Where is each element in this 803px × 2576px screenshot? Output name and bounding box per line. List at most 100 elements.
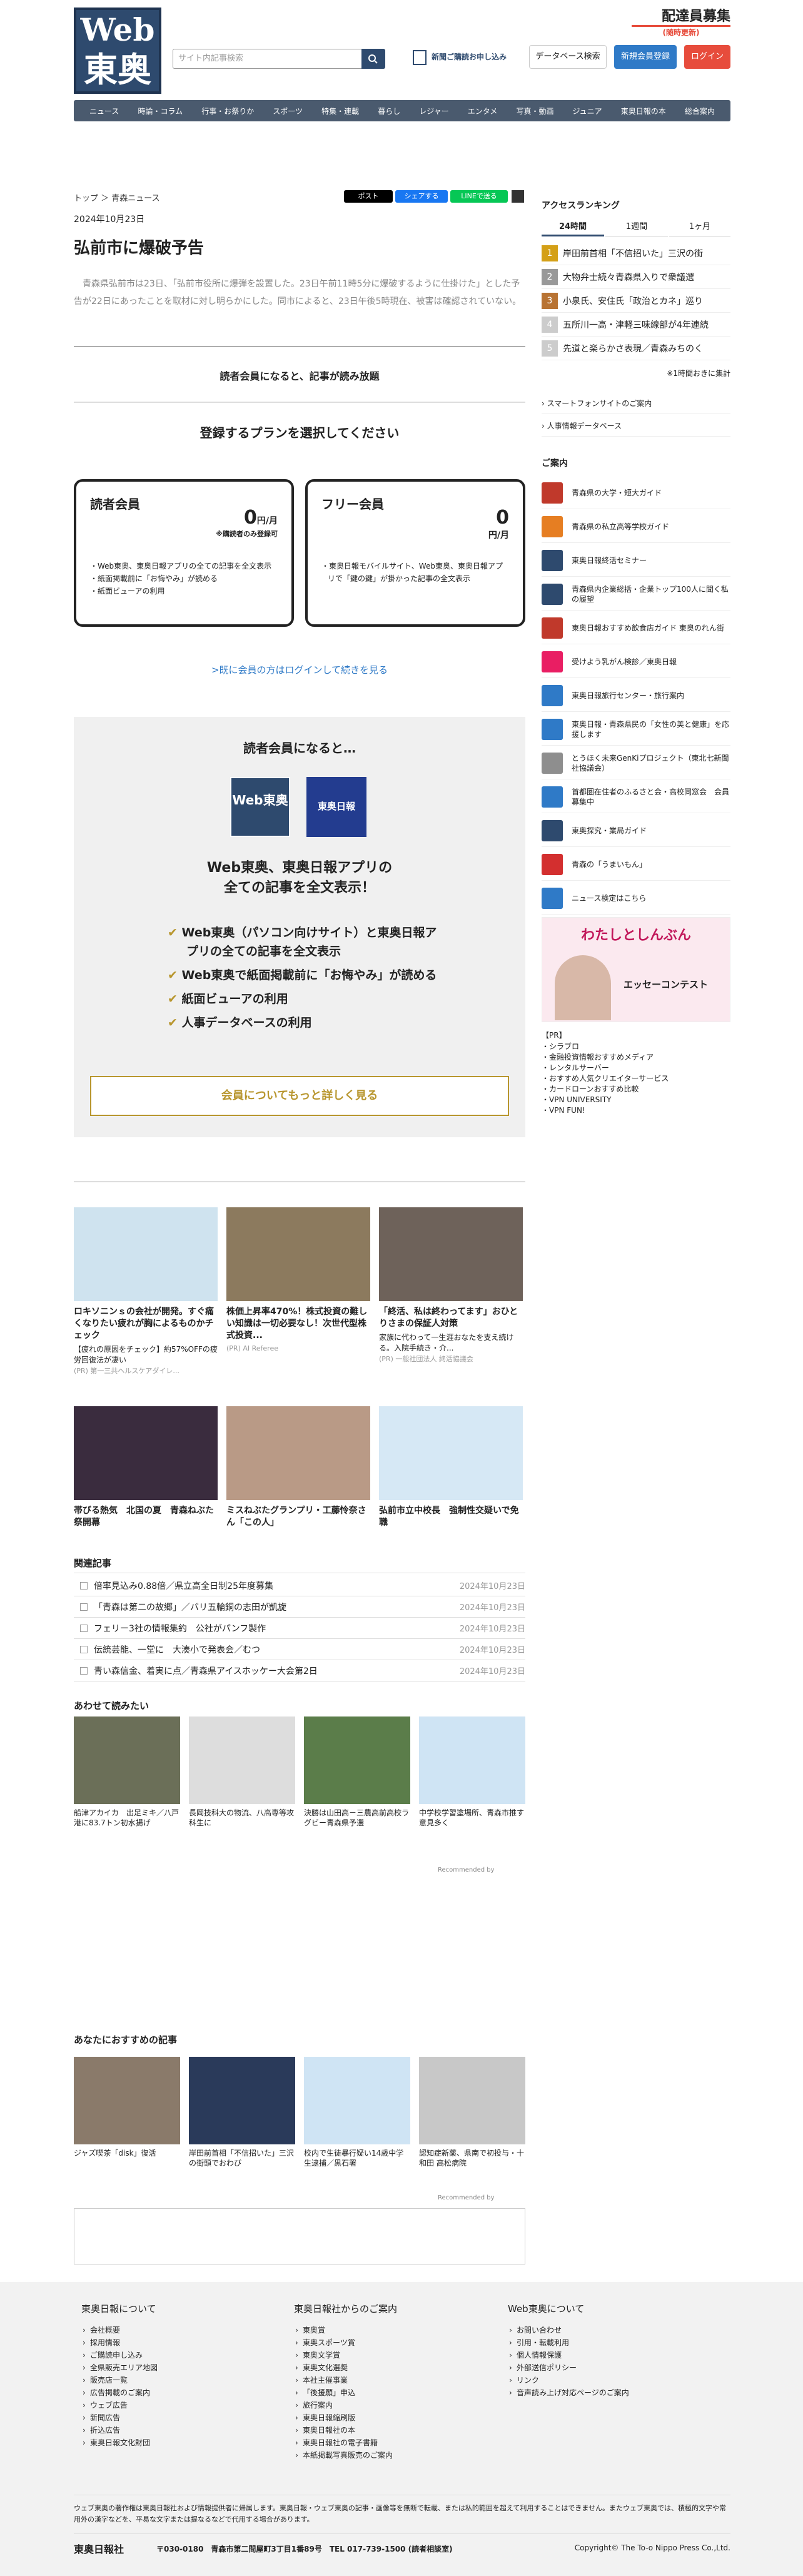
nav-item[interactable]: 総合案内	[685, 106, 715, 116]
pr-link[interactable]: ・レンタルサーバー	[542, 1062, 609, 1073]
nav-item[interactable]: 特集・連載	[321, 106, 359, 116]
also-read-item[interactable]: 中学校学習塗場所、青森市推す意見多く	[419, 1716, 525, 1828]
recommend-item[interactable]: 校内で生徒暴行疑い14歳中学生逮捕／黒石署	[304, 2057, 410, 2168]
subscribe-link[interactable]: 新聞ご購読お申し込み	[432, 51, 507, 62]
login-button[interactable]: ログイン	[684, 45, 730, 69]
footer-link[interactable]: 東奥文化選奨	[294, 2361, 482, 2374]
also-read-item[interactable]: 船津アカイカ 出足ミキ／八戸港に83.7トン初水揚げ	[74, 1716, 180, 1828]
nav-item[interactable]: スポーツ	[273, 106, 303, 116]
guide-item[interactable]: 受けよう乳がん検診／東奥日報	[542, 646, 730, 678]
ranking-item[interactable]: 4 五所川一高・津軽三味線部が4年連続	[542, 313, 730, 337]
register-button[interactable]: 新規会員登録	[614, 45, 677, 69]
database-button[interactable]: データベース検索	[529, 45, 607, 69]
member-detail-button[interactable]: 会員についてもっと詳しく見る	[90, 1076, 509, 1116]
footer-link[interactable]: 東奥日報文化財団	[81, 2437, 269, 2449]
ranking-item[interactable]: 1 岸田前首相「不信招いた」三沢の街	[542, 241, 730, 265]
nav-item[interactable]: 写真・動画	[516, 106, 553, 116]
recommend-item[interactable]: ジャズ喫茶「disk」復活	[74, 2057, 180, 2158]
bookmark-icon[interactable]	[512, 190, 524, 203]
pr-link[interactable]: ・金融投資情報おすすめメディア	[542, 1052, 654, 1062]
news-card[interactable]: ミスねぶたグランプリ・工藤怜奈さん「この人」	[226, 1406, 370, 1529]
footer-link[interactable]: リンク	[508, 2374, 695, 2386]
footer-link[interactable]: 東奥文学賞	[294, 2349, 482, 2361]
nav-item[interactable]: ジュニア	[573, 106, 602, 116]
pr-link[interactable]: ・VPN FUN!	[542, 1105, 585, 1115]
tab-month[interactable]: 1ヶ月	[669, 218, 730, 236]
footer-link[interactable]: 東奥日報社の本	[294, 2424, 482, 2437]
essay-contest-banner[interactable]: わたしとしんぶん エッセーコンテスト	[542, 917, 730, 1022]
related-item[interactable]: 青い森信金、着実に点／青森県アイスホッケー大会第2日 2024年10月23日	[74, 1660, 525, 1681]
search-button[interactable]	[361, 49, 385, 69]
footer-link[interactable]: 個人情報保護	[508, 2349, 695, 2361]
recommend-item[interactable]: 岸田前首相「不信招いた」三沢の街頭でおわび	[189, 2057, 295, 2168]
footer-link[interactable]: 折込広告	[81, 2424, 269, 2437]
footer-link[interactable]: 東奥日報社の電子書籍	[294, 2437, 482, 2449]
also-read-item[interactable]: 長岡技科大の物流、八高専等攻科生に	[189, 1716, 295, 1828]
share-facebook-button[interactable]: シェアする	[395, 190, 448, 203]
plan-free[interactable]: フリー会員 0 円/月 ・東奥日報モバイルサイト、Web東奥、東奥日報アプリで「鍵…	[305, 479, 525, 627]
related-item[interactable]: フェリー3社の情報集約 公社がパンフ製作 2024年10月23日	[74, 1618, 525, 1639]
footer-link[interactable]: 新聞広告	[81, 2411, 269, 2424]
tab-week[interactable]: 1週間	[605, 218, 668, 236]
footer-link[interactable]: 旅行案内	[294, 2399, 482, 2411]
guide-item[interactable]: 青森県内企業総括・企業トップ100人に聞く私の履望	[542, 578, 730, 611]
nav-item[interactable]: 暮らし	[378, 106, 400, 116]
nav-item[interactable]: 東奥日報の本	[621, 106, 666, 116]
nav-item[interactable]: ニュース	[89, 106, 119, 116]
footer-link[interactable]: 東奥賞	[294, 2324, 482, 2336]
footer-link[interactable]: 東奥スポーツ賞	[294, 2336, 482, 2349]
ad-card[interactable]: 「終活、私は終わってます」おひとりさまの保証人対策 家族に代わって一生涯おなたを支…	[379, 1207, 523, 1364]
ad-card[interactable]: ロキソニンｓの会社が開発。すぐ痛くなりたい疲れが胸によるものかチェック 【疲れの原…	[74, 1207, 218, 1376]
footer-link[interactable]: 東奥日報縮刷版	[294, 2411, 482, 2424]
ranking-item[interactable]: 3 小泉氏、安住氏「政治とカネ」巡り	[542, 289, 730, 313]
news-card[interactable]: 弘前市立中校長 強制性交疑いで免職	[379, 1406, 523, 1529]
guide-item[interactable]: 青森県の私立高等学校ガイド	[542, 510, 730, 543]
login-link[interactable]: >既に会員の方はログインして続きを見る	[74, 663, 525, 676]
pr-link[interactable]: ・シラブロ	[542, 1041, 579, 1052]
guide-item[interactable]: 青森の「うまいもん」	[542, 848, 730, 881]
footer-link[interactable]: 引用・転載利用	[508, 2336, 695, 2349]
share-line-button[interactable]: LINEで送る	[450, 190, 508, 203]
related-item[interactable]: 倍率見込み0.88倍／県立高全日制25年度募集 2024年10月23日	[74, 1575, 525, 1596]
nav-item[interactable]: 時論・コラム	[138, 106, 183, 116]
related-item[interactable]: 伝統芸能、一堂に 大湊小で発表会／むつ 2024年10月23日	[74, 1639, 525, 1660]
footer-link[interactable]: 採用情報	[81, 2336, 269, 2349]
guide-item[interactable]: 東奥日報旅行センター・旅行案内	[542, 679, 730, 712]
site-logo[interactable]: Web 東奥	[74, 8, 161, 94]
footer-link[interactable]: 音声読み上げ対応ページのご案内	[508, 2386, 695, 2399]
guide-item[interactable]: 首都圏在住者のふるさと会・高校同窓会 会員募集中	[542, 781, 730, 813]
ad-card[interactable]: 株価上昇率470%！株式投資の難しい知識は一切必要なし！次世代型株式投資... (…	[226, 1207, 370, 1352]
pr-link[interactable]: ・VPN UNIVERSITY	[542, 1094, 612, 1105]
footer-link[interactable]: 全県販売エリア地図	[81, 2361, 269, 2374]
nav-item[interactable]: レジャー	[419, 106, 448, 116]
footer-link[interactable]: 本社主催事業	[294, 2374, 482, 2386]
guide-item[interactable]: 東奥日報おすすめ飲食店ガイド 東奥のれん街	[542, 612, 730, 644]
recommend-item[interactable]: 認知症新薬、県南で初投与・十和田 高松病院	[419, 2057, 525, 2168]
ranking-item[interactable]: 5 先道と楽らかさ表現／青森みちのく	[542, 337, 730, 360]
footer-link[interactable]: ウェブ広告	[81, 2399, 269, 2411]
sidebar-link[interactable]: › 人事情報データベース	[542, 420, 730, 437]
footer-link[interactable]: 本紙掲載写真販売のご案内	[294, 2449, 482, 2462]
breadcrumb[interactable]: トップ ＞ 青森ニュース	[74, 191, 160, 203]
recruit-banner[interactable]: 配達員募集 (随時更新)	[632, 5, 730, 38]
sidebar-link[interactable]: › スマートフォンサイトのご案内	[542, 398, 730, 414]
nav-item[interactable]: 行事・お祭りか	[201, 106, 254, 116]
ad-banner-placeholder[interactable]	[74, 2208, 525, 2264]
footer-link[interactable]: 販売店一覧	[81, 2374, 269, 2386]
footer-link[interactable]: 広告掲載のご案内	[81, 2386, 269, 2399]
ranking-item[interactable]: 2 大物弁士続々青森県入りで衆議選	[542, 265, 730, 289]
guide-item[interactable]: 青森県の大学・短大ガイド	[542, 477, 730, 509]
related-item[interactable]: 「青森は第二の故郷」／バリ五輪銅の志田が凱旋 2024年10月23日	[74, 1596, 525, 1618]
also-read-item[interactable]: 決勝は山田高－三農高前高校ラグビー青森県予選	[304, 1716, 410, 1828]
share-x-button[interactable]: ポスト	[344, 190, 393, 203]
news-card[interactable]: 帯びる熱気 北国の夏 青森ねぶた祭開幕	[74, 1406, 218, 1529]
footer-link[interactable]: お問い合わせ	[508, 2324, 695, 2336]
footer-link[interactable]: 外部送信ポリシー	[508, 2361, 695, 2374]
tab-24h[interactable]: 24時間	[542, 218, 604, 236]
guide-item[interactable]: 東奥探究・業局ガイド	[542, 814, 730, 847]
plan-reader[interactable]: 読者会員 0円/月 ※購読者のみ登録可 ・Web東奥、東奥日報アプリの全ての記事を…	[74, 479, 294, 627]
footer-link[interactable]: 「後援願」申込	[294, 2386, 482, 2399]
nav-item[interactable]: エンタメ	[468, 106, 498, 116]
footer-link[interactable]: 会社概要	[81, 2324, 269, 2336]
guide-item[interactable]: ニュース検定はこちら	[542, 882, 730, 915]
